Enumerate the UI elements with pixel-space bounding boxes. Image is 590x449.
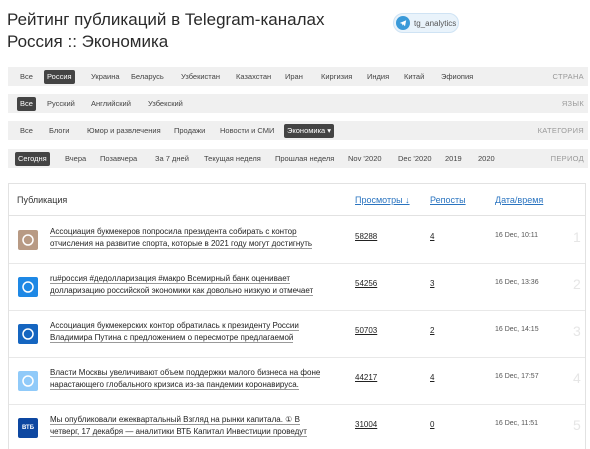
- country-filter-item[interactable]: Эфиопия: [438, 70, 476, 84]
- period-filter-item[interactable]: Вчера: [62, 152, 89, 166]
- sort-datetime-link[interactable]: Дата/время: [495, 195, 543, 205]
- telegram-icon: [396, 16, 410, 30]
- category-filter-label: КАТЕГОРИЯ: [537, 126, 584, 135]
- country-filter-label: СТРАНА: [552, 72, 584, 81]
- language-filter-item[interactable]: Все: [17, 96, 36, 111]
- publication-line-1: Ассоциация букмекерских контор обратилас…: [50, 321, 299, 331]
- category-filter-item[interactable]: Все: [17, 124, 36, 138]
- sort-reposts-link[interactable]: Репосты: [430, 195, 466, 205]
- category-filter-item[interactable]: Блоги: [46, 124, 72, 138]
- period-filter-item[interactable]: Сегодня: [15, 151, 50, 166]
- country-filter-bar: Все Россия Украина Беларусь Узбекистан Казахс…: [8, 67, 588, 86]
- rank-number: 2: [573, 276, 581, 292]
- date-value: 16 Dec, 11:51: [495, 420, 539, 427]
- header-publication: Публикация: [17, 195, 68, 205]
- period-filter-item[interactable]: 2020: [475, 152, 498, 166]
- category-filter-item[interactable]: Продажи: [171, 124, 208, 138]
- views-value[interactable]: 50703: [355, 326, 377, 335]
- page-title: Рейтинг публикаций в Telegram-каналах Ро…: [7, 9, 324, 53]
- date-value: 16 Dec, 13:36: [495, 279, 539, 286]
- table-row[interactable]: ВТБ Мы опубликовали ежеквартальный Взгляд…: [9, 405, 585, 449]
- table-row[interactable]: Ассоциация букмекерских контор обратилас…: [9, 311, 585, 358]
- table-row[interactable]: Ассоциация букмекеров попросила президен…: [9, 217, 585, 264]
- publication-text-link[interactable]: Мы опубликовали ежеквартальный Взгляд на…: [50, 414, 340, 438]
- views-value[interactable]: 44217: [355, 373, 377, 382]
- title-line-1: Рейтинг публикаций в Telegram-каналах: [7, 10, 325, 29]
- reposts-value[interactable]: 4: [430, 373, 434, 382]
- country-filter-item[interactable]: Россия: [44, 69, 75, 84]
- category-filter-item[interactable]: Новости и СМИ: [217, 124, 277, 138]
- date-value: 16 Dec, 10:11: [495, 232, 539, 239]
- globe-icon[interactable]: [18, 277, 38, 297]
- publication-line-1: Мы опубликовали ежеквартальный Взгляд на…: [50, 415, 300, 425]
- period-filter-bar: Сегодня Вчера Позавчера За 7 дней Текущая не…: [8, 149, 588, 168]
- publication-line-2: Владимира Путина с предложением о пересм…: [50, 333, 294, 343]
- table-header: Публикация Просмотры ↓ Репосты Дата/врем…: [9, 184, 585, 216]
- period-filter-item[interactable]: Dec '2020: [395, 152, 435, 166]
- vtb-logo-icon[interactable]: ВТБ: [18, 418, 38, 438]
- language-filter-item[interactable]: Русский: [44, 97, 78, 111]
- avatar-text: ВТБ: [21, 425, 35, 431]
- publication-line-1: Власти Москвы увеличивают объем поддержк…: [50, 368, 321, 378]
- publication-text-link[interactable]: Ассоциация букмекеров попросила президен…: [50, 226, 340, 250]
- language-filter-label: ЯЗЫК: [561, 99, 584, 108]
- country-filter-item[interactable]: Украина: [88, 70, 123, 84]
- swirl-logo-icon[interactable]: [18, 324, 38, 344]
- badge-label: tg_analytics: [414, 18, 457, 28]
- publication-text-link[interactable]: Ассоциация букмекерских контор обратилас…: [50, 320, 340, 344]
- publication-text-link[interactable]: ru#россия #дедолларизация #макро Всемирн…: [50, 273, 340, 297]
- category-filter-bar: Все Блоги Юмор и развлечения Продажи Новости…: [8, 121, 588, 140]
- country-filter-item[interactable]: Киргизия: [318, 70, 355, 84]
- tg-analytics-badge[interactable]: tg_analytics: [393, 13, 459, 33]
- cartoon-avatar-icon[interactable]: [18, 371, 38, 391]
- country-filter-item[interactable]: Индия: [364, 70, 392, 84]
- rank-number: 5: [573, 417, 581, 433]
- person-photo-icon[interactable]: [18, 230, 38, 250]
- publication-line-1: Ассоциация букмекеров попросила президен…: [50, 227, 297, 237]
- rank-number: 1: [573, 229, 581, 245]
- period-filter-item[interactable]: Прошлая неделя: [272, 152, 337, 166]
- country-filter-item[interactable]: Беларусь: [128, 70, 167, 84]
- sort-views-link[interactable]: Просмотры ↓: [355, 195, 410, 205]
- reposts-value[interactable]: 4: [430, 232, 434, 241]
- date-value: 16 Dec, 17:57: [495, 373, 539, 380]
- publication-line-2: четверг, 17 декабря — аналитики ВТБ Капи…: [50, 427, 307, 437]
- category-filter-item[interactable]: Экономика ▾: [284, 123, 335, 138]
- views-value[interactable]: 31004: [355, 420, 377, 429]
- country-filter-item[interactable]: Казахстан: [233, 70, 274, 84]
- period-filter-label: ПЕРИОД: [550, 154, 584, 163]
- publication-line-1: ru#россия #дедолларизация #макро Всемирн…: [50, 274, 291, 284]
- category-filter-item[interactable]: Юмор и развлечения: [84, 124, 164, 138]
- language-filter-item[interactable]: Узбекский: [145, 97, 186, 111]
- publication-line-2: долларизацию российской экономики как до…: [50, 286, 314, 296]
- table-row[interactable]: Власти Москвы увеличивают объем поддержк…: [9, 358, 585, 405]
- reposts-value[interactable]: 2: [430, 326, 434, 335]
- date-value: 16 Dec, 14:15: [495, 326, 539, 333]
- period-filter-item[interactable]: 2019: [442, 152, 465, 166]
- country-filter-item[interactable]: Все: [17, 70, 36, 84]
- period-filter-item[interactable]: Nov '2020: [345, 152, 385, 166]
- table-row[interactable]: ru#россия #дедолларизация #макро Всемирн…: [9, 264, 585, 311]
- rank-number: 3: [573, 323, 581, 339]
- language-filter-bar: Все Русский Английский Узбекский ЯЗЫК: [8, 94, 588, 113]
- reposts-value[interactable]: 0: [430, 420, 434, 429]
- publications-table: Публикация Просмотры ↓ Репосты Дата/врем…: [8, 183, 586, 449]
- views-value[interactable]: 54256: [355, 279, 377, 288]
- publication-text-link[interactable]: Власти Москвы увеличивают объем поддержк…: [50, 367, 340, 391]
- rank-number: 4: [573, 370, 581, 386]
- views-value[interactable]: 58288: [355, 232, 377, 241]
- period-filter-item[interactable]: За 7 дней: [152, 152, 192, 166]
- country-filter-item[interactable]: Иран: [282, 70, 306, 84]
- reposts-value[interactable]: 3: [430, 279, 434, 288]
- period-filter-item[interactable]: Позавчера: [97, 152, 140, 166]
- title-line-2: Россия :: Экономика: [7, 32, 169, 51]
- publication-line-2: отчисления на развитие спорта, которые в…: [50, 239, 313, 249]
- country-filter-item[interactable]: Китай: [401, 70, 427, 84]
- language-filter-item[interactable]: Английский: [88, 97, 134, 111]
- publication-line-2: нарастающего глобального кризиса из-за п…: [50, 380, 299, 390]
- country-filter-item[interactable]: Узбекистан: [178, 70, 223, 84]
- period-filter-item[interactable]: Текущая неделя: [201, 152, 264, 166]
